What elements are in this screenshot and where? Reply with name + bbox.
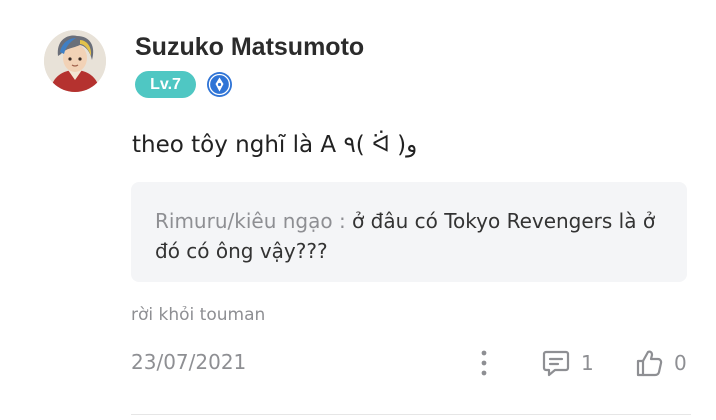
divider [131, 414, 691, 415]
level-badge: Lv.7 [135, 71, 196, 98]
like-icon [636, 350, 663, 377]
username[interactable]: Suzuko Matsumoto [135, 33, 364, 62]
like-count: 0 [674, 351, 687, 375]
reply-count: 1 [581, 351, 594, 375]
quoted-reply[interactable]: Rimuru/kiêu ngạo : ở đâu có Tokyo Reveng… [131, 182, 687, 282]
quote-author[interactable]: Rimuru/kiêu ngạo : [155, 209, 346, 233]
quote-content: Rimuru/kiêu ngạo : ở đâu có Tokyo Reveng… [155, 206, 667, 266]
like-button[interactable]: 0 [634, 347, 687, 379]
more-icon [481, 350, 487, 376]
reply-icon [542, 350, 570, 377]
group-label: rời khỏi touman [131, 305, 266, 325]
reply-button[interactable]: 1 [541, 347, 594, 379]
comment-text: theo tôy nghĩ là A ٩( ᐛ )و [132, 132, 418, 158]
pen-badge-icon [206, 71, 233, 98]
avatar[interactable] [44, 30, 106, 92]
avatar-image [44, 30, 106, 92]
comment-date: 23/07/2021 [131, 350, 247, 374]
more-options-button[interactable] [472, 348, 496, 378]
